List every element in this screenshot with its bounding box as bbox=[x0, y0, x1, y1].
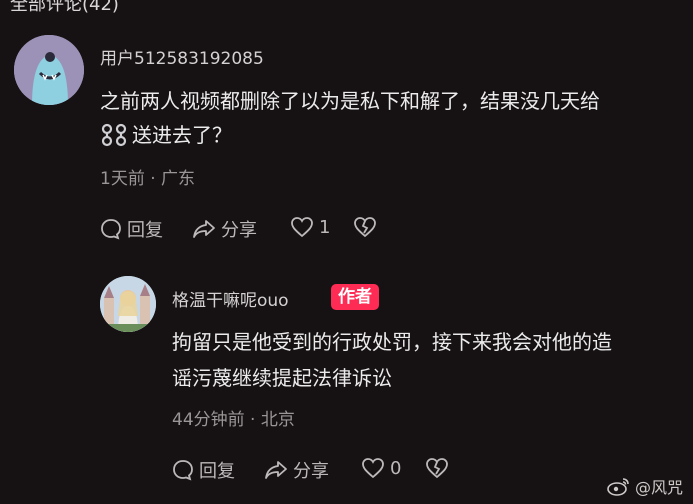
reply-label: 回复 bbox=[127, 220, 163, 241]
heart-icon bbox=[362, 458, 384, 479]
reply-button[interactable]: 回复 bbox=[172, 457, 235, 483]
handcuffs-icon bbox=[101, 123, 127, 147]
share-icon bbox=[265, 461, 287, 479]
comment-text-line1: 之前两人视频都删除了以为是私下和解了，结果没几天给 bbox=[100, 89, 600, 113]
share-label: 分享 bbox=[221, 220, 257, 241]
like-count: 1 bbox=[319, 216, 331, 238]
avatar[interactable] bbox=[14, 35, 84, 105]
heart-icon bbox=[291, 217, 313, 238]
reply-label: 回复 bbox=[199, 461, 235, 482]
like-count: 0 bbox=[390, 457, 402, 479]
like-button[interactable]: 0 bbox=[361, 457, 401, 479]
comment-username[interactable]: 格温干嘛呢ouo bbox=[172, 286, 289, 311]
avatar[interactable] bbox=[100, 276, 156, 332]
broken-heart-icon bbox=[426, 458, 448, 479]
share-button[interactable]: 分享 bbox=[264, 457, 329, 483]
dislike-button[interactable] bbox=[353, 216, 377, 238]
comment-meta: 44分钟前 · 北京 bbox=[172, 410, 295, 430]
like-button[interactable]: 1 bbox=[290, 216, 330, 238]
reply-icon bbox=[173, 460, 193, 481]
share-label: 分享 bbox=[293, 461, 329, 482]
monster-avatar-icon bbox=[14, 35, 84, 105]
comment-text-line1: 拘留只是他受到的行政处罚，接下来我会对他的造 bbox=[172, 330, 612, 354]
comments-header: 全部评论(42) bbox=[10, 0, 119, 15]
comment-username[interactable]: 用户512583192085 bbox=[100, 44, 264, 69]
reply-button[interactable]: 回复 bbox=[100, 216, 163, 242]
watermark-text: @风咒 bbox=[634, 478, 683, 497]
weibo-logo-icon bbox=[607, 478, 629, 496]
comment-text-line2: 送进去了？ bbox=[132, 123, 232, 147]
watermark: @风咒 bbox=[607, 474, 683, 498]
reply-icon bbox=[101, 219, 121, 240]
dislike-button[interactable] bbox=[425, 457, 449, 479]
comment-text-line2: 谣污蔑继续提起法律诉讼 bbox=[172, 366, 392, 390]
author-badge: 作者 bbox=[331, 284, 379, 310]
share-icon bbox=[193, 220, 215, 238]
share-button[interactable]: 分享 bbox=[192, 216, 257, 242]
broken-heart-icon bbox=[354, 217, 376, 238]
comment-text-line2-row: 送进去了？ bbox=[100, 122, 232, 148]
castle-photo-avatar-icon bbox=[100, 276, 156, 332]
comment-meta: 1天前 · 广东 bbox=[100, 169, 196, 189]
